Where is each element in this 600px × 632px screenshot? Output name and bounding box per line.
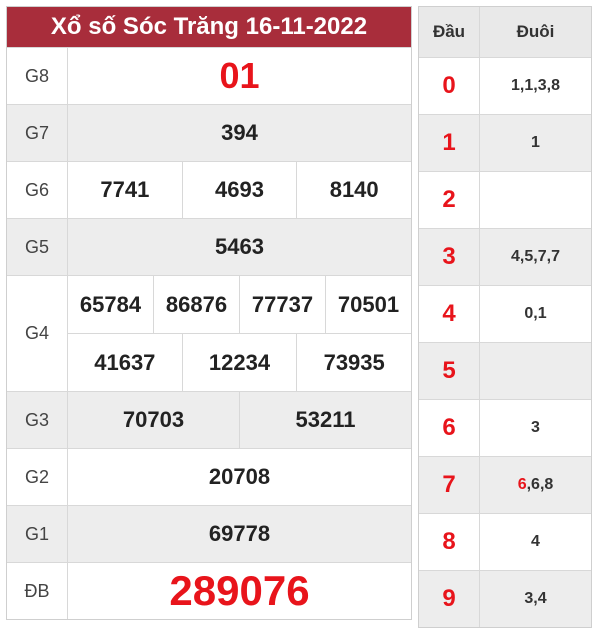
tail-digits bbox=[480, 343, 591, 399]
prize-number: 394 bbox=[221, 120, 258, 145]
prize-label: G5 bbox=[7, 219, 68, 275]
head-digit: 9 bbox=[419, 571, 480, 627]
prize-row-g8: G8 01 bbox=[7, 47, 411, 104]
prize-number: 73935 bbox=[296, 334, 411, 391]
prize-number: 77737 bbox=[239, 276, 325, 333]
tail-row: 2 bbox=[419, 171, 591, 228]
head-digit: 7 bbox=[419, 457, 480, 513]
prize-number: 5463 bbox=[215, 234, 264, 259]
prize-number: 12234 bbox=[181, 334, 297, 391]
head-digit: 2 bbox=[419, 172, 480, 228]
prize-label: ĐB bbox=[7, 563, 68, 619]
prize-row-g4: G4 65784 86876 77737 70501 41637 12234 7… bbox=[7, 275, 411, 391]
tail-digits: 4 bbox=[531, 533, 540, 550]
head-digit: 4 bbox=[419, 286, 480, 342]
tail-digits: 3 bbox=[531, 419, 540, 436]
header-dau: Đầu bbox=[419, 7, 480, 57]
tail-row: 8 4 bbox=[419, 513, 591, 570]
tail-digits bbox=[480, 172, 591, 228]
prize-number: 8140 bbox=[296, 162, 411, 218]
prize-number: 65784 bbox=[79, 291, 142, 317]
prize-label: G2 bbox=[7, 449, 68, 505]
prize-number: 41637 bbox=[94, 349, 156, 375]
head-digit: 5 bbox=[419, 343, 480, 399]
prize-number: 53211 bbox=[239, 392, 411, 448]
tail-digits: 3,4 bbox=[524, 590, 547, 607]
results-table: Xổ số Sóc Trăng 16-11-2022 G8 01 G7 394 … bbox=[6, 6, 412, 620]
prize-row-g5: G5 5463 bbox=[7, 218, 411, 275]
tail-row: 1 1 bbox=[419, 114, 591, 171]
tail-digits: 6,6,8 bbox=[480, 457, 591, 513]
prize-row-g3: G3 70703 53211 bbox=[7, 391, 411, 448]
head-digit: 8 bbox=[419, 514, 480, 570]
head-tail-table: Đầu Đuôi 0 1,1,3,8 1 1 2 3 4,5,7,7 4 0,1… bbox=[418, 6, 592, 628]
tail-row: 4 0,1 bbox=[419, 285, 591, 342]
head-digit: 3 bbox=[419, 229, 480, 285]
tail-row: 3 4,5,7,7 bbox=[419, 228, 591, 285]
prize-row-g1: G1 69778 bbox=[7, 505, 411, 562]
head-digit: 1 bbox=[419, 115, 480, 171]
prize-number: 01 bbox=[219, 55, 260, 96]
prize-label: G8 bbox=[7, 48, 68, 104]
results-title: Xổ số Sóc Trăng 16-11-2022 bbox=[7, 7, 411, 47]
tail-row: 5 bbox=[419, 342, 591, 399]
prize-label: G3 bbox=[7, 392, 68, 448]
head-digit: 6 bbox=[419, 400, 480, 456]
tail-row: 9 3,4 bbox=[419, 570, 591, 627]
prize-number: 4693 bbox=[181, 162, 297, 218]
head-digit: 0 bbox=[419, 58, 480, 114]
prize-row-g6: G6 7741 4693 8140 bbox=[7, 161, 411, 218]
prize-label: G1 bbox=[7, 506, 68, 562]
prize-number: 20708 bbox=[208, 464, 271, 489]
prize-row-special: ĐB 289076 bbox=[7, 562, 411, 619]
prize-label: G4 bbox=[7, 276, 68, 391]
prize-number: 86876 bbox=[153, 276, 239, 333]
tail-digits-rest: ,6,8 bbox=[526, 476, 554, 493]
prize-number: 70501 bbox=[325, 276, 411, 333]
prize-label: G6 bbox=[7, 162, 68, 218]
prize-row-g7: G7 394 bbox=[7, 104, 411, 161]
tail-row: 0 1,1,3,8 bbox=[419, 57, 591, 114]
tail-digits: 4,5,7,7 bbox=[511, 248, 560, 265]
prize-label: G7 bbox=[7, 105, 68, 161]
tail-row: 7 6,6,8 bbox=[419, 456, 591, 513]
tail-row: 6 3 bbox=[419, 399, 591, 456]
prize-row-g2: G2 20708 bbox=[7, 448, 411, 505]
tail-digits: 1 bbox=[531, 134, 540, 151]
special-prize-number: 289076 bbox=[169, 567, 310, 614]
header-duoi: Đuôi bbox=[516, 22, 555, 41]
prize-number: 7741 bbox=[100, 177, 150, 202]
tail-digits: 1,1,3,8 bbox=[511, 77, 560, 94]
head-tail-header: Đầu Đuôi bbox=[419, 7, 591, 57]
tail-digit-highlight: 6 bbox=[517, 476, 527, 493]
prize-number: 70703 bbox=[122, 407, 185, 432]
prize-number: 69778 bbox=[208, 521, 271, 546]
tail-digits: 0,1 bbox=[524, 305, 547, 322]
